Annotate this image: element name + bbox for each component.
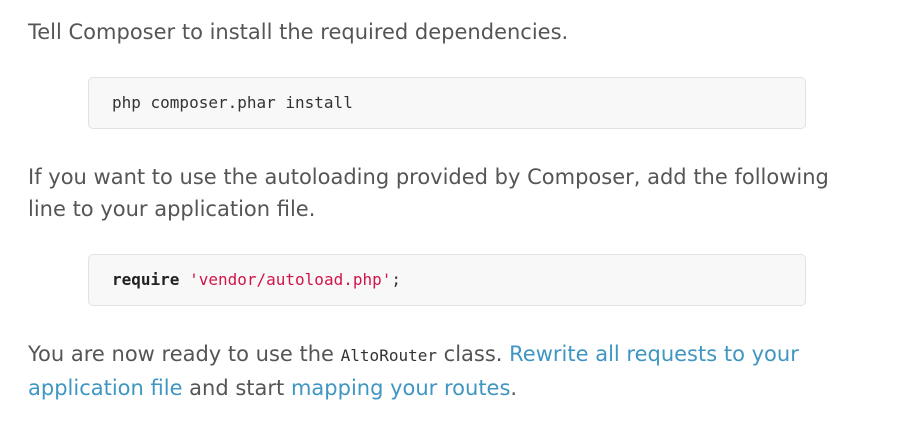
altorouter-inline-code: AltoRouter bbox=[340, 346, 437, 365]
ready-text-and: and start bbox=[182, 376, 291, 400]
autoload-instruction: If you want to use the autoloading provi… bbox=[28, 165, 829, 221]
install-code-block[interactable]: php composer.phar install bbox=[88, 77, 806, 129]
code-semicolon: ; bbox=[391, 270, 402, 289]
install-instruction: Tell Composer to install the required de… bbox=[28, 20, 569, 44]
ready-text-end: . bbox=[510, 376, 518, 400]
install-command: php composer.phar install bbox=[112, 93, 353, 112]
mapping-routes-link[interactable]: mapping your routes bbox=[291, 376, 510, 400]
ready-paragraph: You are now ready to use the AltoRouter … bbox=[28, 338, 848, 404]
require-code-block[interactable]: require 'vendor/autoload.php'; bbox=[88, 254, 806, 306]
ready-text-before: You are now ready to use the bbox=[28, 342, 341, 366]
ready-text-mid: class. bbox=[436, 342, 510, 366]
autoload-path-string: 'vendor/autoload.php' bbox=[189, 270, 392, 289]
require-keyword: require bbox=[112, 270, 180, 289]
